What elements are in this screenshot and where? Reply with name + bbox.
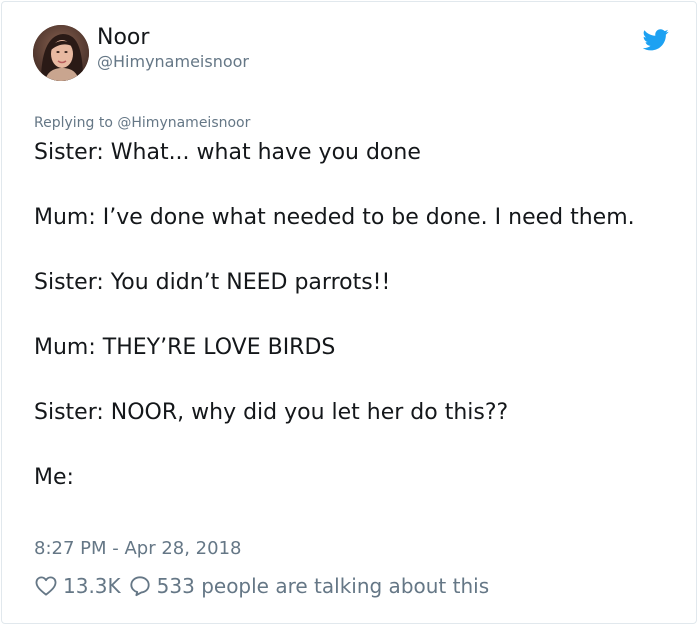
author-name[interactable]: Noor bbox=[97, 24, 149, 52]
heart-icon bbox=[35, 576, 57, 596]
tweet-line: Mum: I’ve done what needed to be done. I… bbox=[34, 205, 635, 230]
tweet-body: Sister: What... what have you done Mum: … bbox=[34, 136, 654, 526]
comment-bubble-icon bbox=[129, 575, 151, 597]
tweet-card: Noor @Himynameisnoor Replying to @Himyna… bbox=[1, 1, 697, 624]
replying-to: Replying to @Himynameisnoor bbox=[34, 114, 250, 132]
reply-button[interactable]: 533 people are talking about this bbox=[129, 574, 489, 598]
replying-to-handle[interactable]: @Himynameisnoor bbox=[117, 115, 250, 131]
tweet-timestamp[interactable]: 8:27 PM - Apr 28, 2018 bbox=[34, 538, 241, 560]
like-button[interactable]: 13.3K bbox=[35, 574, 129, 598]
talking-count: 533 people are talking about this bbox=[156, 574, 490, 598]
author-handle[interactable]: @Himynameisnoor bbox=[97, 52, 249, 72]
replying-to-prefix: Replying to bbox=[34, 115, 113, 131]
tweet-line: Sister: What... what have you done bbox=[34, 140, 421, 165]
avatar-image bbox=[33, 25, 89, 81]
tweet-line: Me: bbox=[34, 465, 74, 490]
twitter-bird-icon[interactable] bbox=[642, 29, 669, 51]
tweet-line: Mum: THEY’RE LOVE BIRDS bbox=[34, 335, 336, 360]
like-count: 13.3K bbox=[63, 574, 121, 598]
tweet-line: Sister: NOOR, why did you let her do thi… bbox=[34, 400, 509, 425]
avatar[interactable] bbox=[33, 25, 89, 81]
tweet-line: Sister: You didn’t NEED parrots!! bbox=[34, 270, 391, 295]
tweet-actions: 13.3K 533 people are talking about this bbox=[35, 572, 489, 600]
